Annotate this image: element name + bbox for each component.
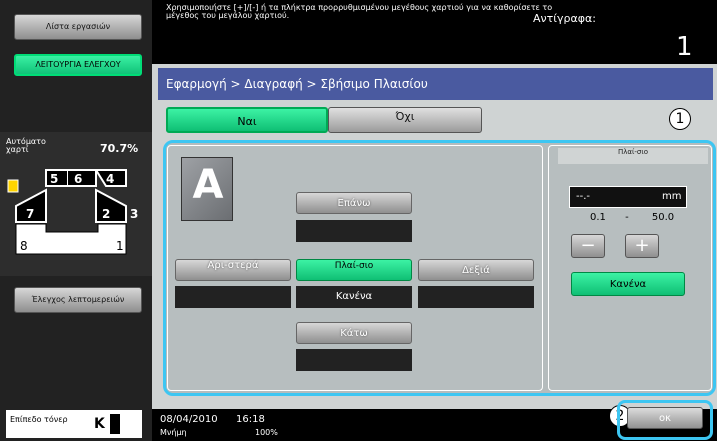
- utility-button[interactable]: ΛΕΙΤΟΥΡΓΙΑ ΕΛΕΓΧΟΥ: [14, 54, 142, 76]
- top-value: [296, 220, 412, 242]
- instruction-message: Χρησιμοποιήστε [+]/[-] ή τα πλήκτρα προρ…: [166, 3, 553, 20]
- tray-number: 7: [26, 207, 34, 221]
- right-button[interactable]: Δεξιά: [418, 259, 534, 281]
- right-value: [418, 286, 534, 308]
- bottom-button[interactable]: Κάτω: [296, 322, 412, 344]
- left-button[interactable]: Αρι-στερά: [175, 259, 291, 281]
- breadcrumb-text: Εφαρμογή > Διαγραφή > Σβήσιμο Πλαισίου: [166, 77, 428, 91]
- none-button[interactable]: Κανένα: [571, 272, 685, 296]
- copies-value: 1: [676, 32, 693, 62]
- size-range: 0.1 - 50.0: [590, 212, 700, 223]
- memory-label: Μνήμη: [160, 428, 187, 437]
- size-panel: [548, 145, 712, 391]
- size-value: --.-: [576, 191, 591, 202]
- left-value: [175, 286, 291, 308]
- toner-bar-icon: [110, 414, 120, 434]
- sample-letter: A: [192, 162, 224, 208]
- tray-number: 6: [74, 172, 82, 186]
- decrease-button[interactable]: −: [571, 234, 605, 258]
- tray-number: 2: [102, 207, 110, 221]
- ok-button[interactable]: οκ: [627, 407, 703, 429]
- detail-check-button[interactable]: Έλεγχος λεπτομερειών: [14, 287, 142, 313]
- sample-page-icon: A: [181, 157, 233, 221]
- top-button[interactable]: Επάνω: [296, 192, 412, 214]
- toner-label: Επίπεδο τόνερ: [10, 415, 68, 424]
- breadcrumb: Εφαρμογή > Διαγραφή > Σβήσιμο Πλαισίου: [158, 68, 713, 100]
- increase-button[interactable]: +: [625, 234, 659, 258]
- tray-number: 4: [106, 172, 114, 186]
- range-min: 0.1: [590, 212, 606, 223]
- tray-indicator-icon: [7, 179, 19, 193]
- left-panel: Λίστα εργασιών ΛΕΙΤΟΥΡΓΙΑ ΕΛΕΓΧΟΥ Αυτόμα…: [0, 0, 152, 441]
- tray-number: 8: [20, 239, 28, 253]
- bottom-value: [296, 349, 412, 371]
- detail-check-label: Έλεγχος λεπτομερειών: [31, 295, 125, 304]
- time-display: 16:18: [236, 414, 265, 425]
- copies-label: Αντίγραφα:: [533, 12, 596, 25]
- tray-number: 3: [130, 207, 138, 221]
- size-unit: mm: [662, 191, 682, 202]
- tray-diagram: 5 6 4 7 2 3 8 1: [7, 169, 138, 255]
- size-value-display: --.- mm: [569, 186, 687, 208]
- job-list-label: Λίστα εργασιών: [45, 22, 111, 31]
- tray-number: 1: [116, 239, 124, 253]
- toner-color: K: [94, 416, 105, 432]
- range-max: 50.0: [651, 212, 675, 223]
- job-list-button[interactable]: Λίστα εργασιών: [14, 14, 142, 40]
- date-display: 08/04/2010: [160, 414, 218, 425]
- yes-tab[interactable]: Ναι: [166, 107, 328, 133]
- range-dash: -: [625, 212, 629, 223]
- toner-level: Επίπεδο τόνερ K: [6, 410, 142, 438]
- paper-label: Αυτόματο χαρτί: [6, 137, 46, 154]
- frame-value: Κανένα: [296, 286, 412, 308]
- tray-number: 5: [50, 172, 58, 186]
- no-tab[interactable]: Όχι: [328, 107, 482, 133]
- callout-1: 1: [669, 108, 691, 130]
- frame-button[interactable]: Πλαί-σιο: [296, 259, 412, 281]
- utility-label: ΛΕΙΤΟΥΡΓΙΑ ΕΛΕΓΧΟΥ: [35, 60, 121, 69]
- zoom-value: 70.7%: [100, 142, 139, 155]
- memory-value: 100%: [255, 428, 278, 437]
- size-panel-title: Πλαί-σιο: [558, 148, 708, 164]
- paper-info-panel: Αυτόματο χαρτί 70.7% 5 6 4 7 2 3 8 1: [0, 132, 152, 276]
